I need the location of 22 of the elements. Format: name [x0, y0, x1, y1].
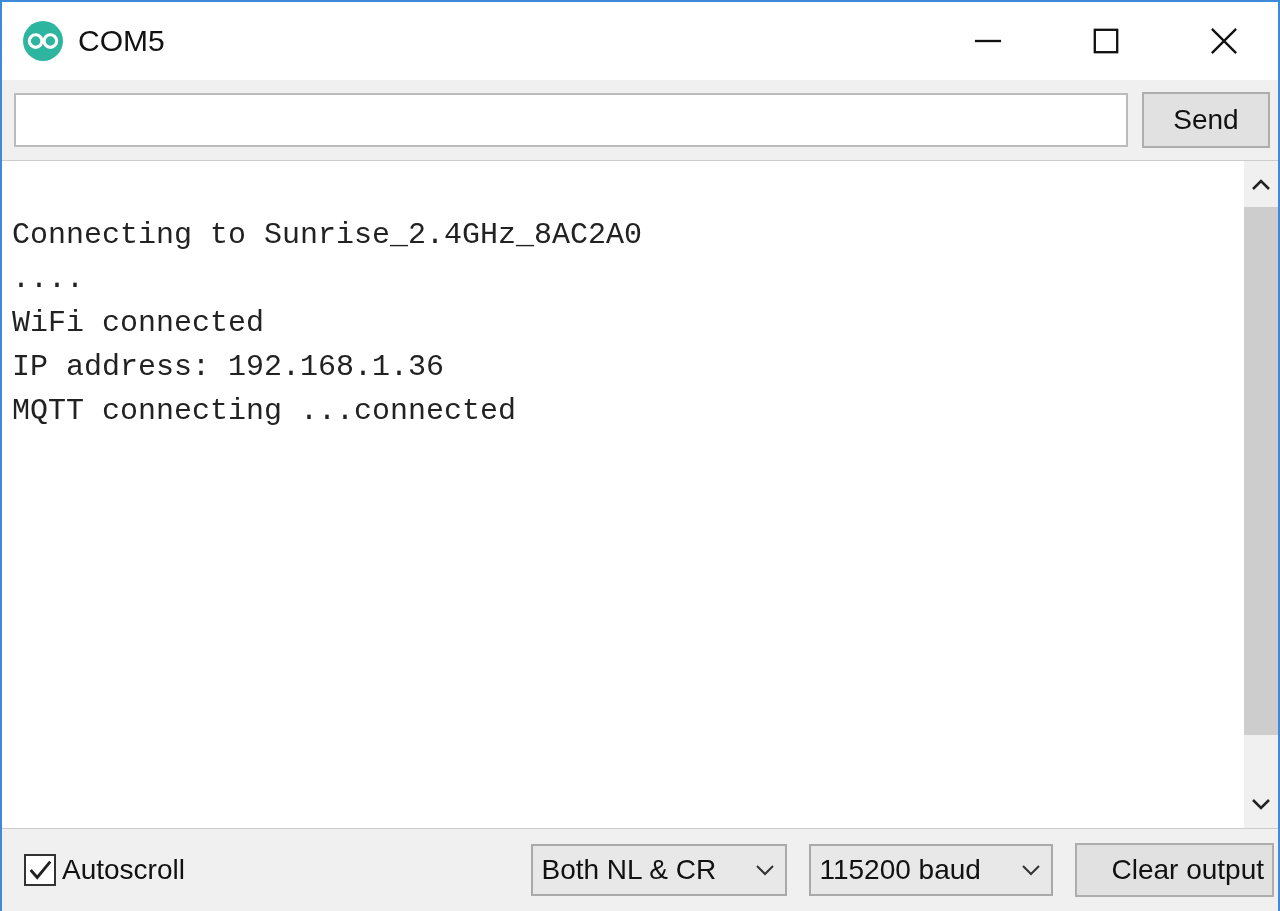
close-icon[interactable] [1210, 27, 1238, 55]
send-button[interactable]: Send [1142, 92, 1270, 148]
output-line: IP address: 192.168.1.36 [12, 350, 445, 384]
output-line: Connecting to Sunrise_2.4GHz_8AC2A0 [12, 218, 643, 252]
output-line: .... [12, 262, 84, 296]
scroll-up-icon[interactable] [1251, 179, 1271, 191]
chevron-down-icon [1021, 864, 1042, 876]
app-logo-icon [22, 20, 64, 62]
scroll-down-icon[interactable] [1251, 798, 1271, 810]
chevron-down-icon [755, 864, 776, 876]
clear-output-button[interactable]: Clear output [1075, 843, 1274, 897]
input-field[interactable] [14, 93, 1128, 147]
window-title: COM5 [78, 24, 165, 58]
scrollbar-thumb[interactable] [1244, 207, 1278, 735]
line-ending-dropdown[interactable]: Both NL & CR [531, 844, 788, 896]
autoscroll-checkbox[interactable] [24, 854, 56, 886]
autoscroll-label: Autoscroll [62, 854, 185, 886]
baud-rate-dropdown[interactable]: 115200 baud [809, 844, 1054, 896]
output-line: WiFi connected [12, 306, 265, 340]
scrollbar[interactable] [1244, 161, 1278, 828]
maximize-icon[interactable] [1092, 27, 1120, 55]
output-line: MQTT connecting ...connected [12, 394, 517, 428]
